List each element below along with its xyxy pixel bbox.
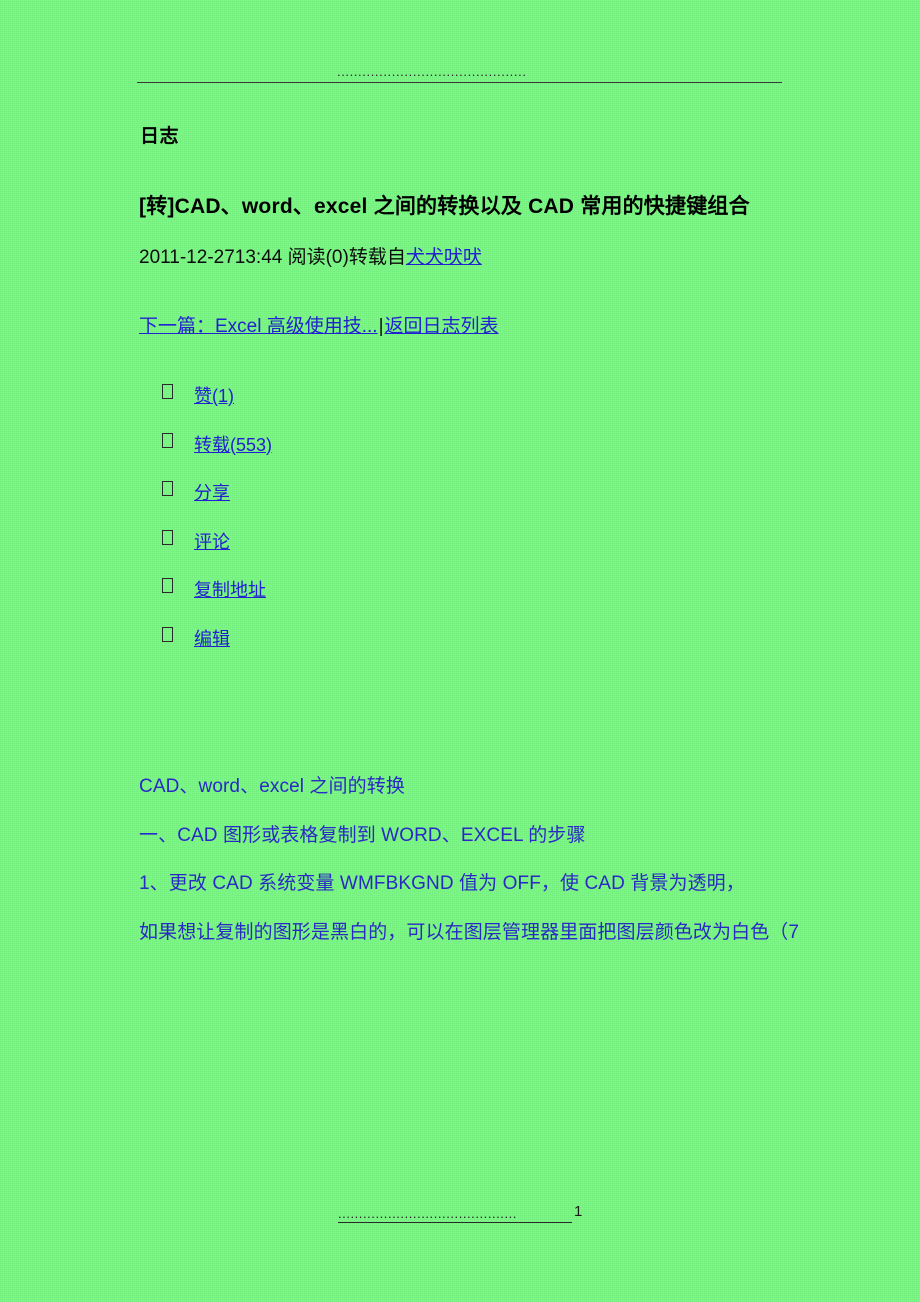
back-to-list-link[interactable]: 返回日志列表 xyxy=(385,316,499,337)
action-like-link[interactable]: 赞(1) xyxy=(194,382,234,408)
article-body: CAD、word、excel 之间的转换 一、CAD 图形或表格复制到 WORD… xyxy=(139,763,914,958)
list-item[interactable]: 编辑 xyxy=(162,625,582,674)
list-item[interactable]: 转载(553) xyxy=(162,431,582,480)
tofu-box-icon xyxy=(162,432,173,448)
footer-dot-leader: ........................................… xyxy=(338,1206,517,1221)
article-datetime: 2011-12-2713:44 xyxy=(139,247,283,268)
action-share-link[interactable]: 分享 xyxy=(194,479,230,505)
list-item[interactable]: 分享 xyxy=(162,479,582,528)
footer-rule xyxy=(338,1222,572,1223)
tofu-box-icon xyxy=(162,529,173,545)
section-heading: 日志 xyxy=(140,126,180,147)
action-comment-link[interactable]: 评论 xyxy=(194,528,230,554)
tofu-box-icon xyxy=(162,384,173,399)
article-meta: 2011-12-2713:44 阅读(0)转载自犬犬吠吠 xyxy=(139,242,482,269)
body-paragraph: CAD、word、excel 之间的转换 xyxy=(139,776,405,797)
tofu-box-icon xyxy=(162,578,173,593)
list-item[interactable]: 复制地址 xyxy=(162,576,582,625)
action-edit-link[interactable]: 编辑 xyxy=(194,625,230,651)
header-rule xyxy=(137,82,782,83)
next-article-link[interactable]: 下一篇：Excel 高级使用技... xyxy=(139,316,378,337)
action-repost-link[interactable]: 转载(553) xyxy=(194,431,272,457)
header-dot-leader: ........................................… xyxy=(337,64,527,79)
nav-separator: | xyxy=(378,316,384,337)
list-item[interactable]: 赞(1) xyxy=(162,382,582,431)
action-list: 赞(1) 转载(553) 分享 评论 复制地址 编辑 xyxy=(162,382,582,673)
tofu-box-icon xyxy=(162,481,173,496)
article-read-count: 阅读(0)转载自 xyxy=(282,247,406,268)
page-footer: ........................................… xyxy=(338,1203,588,1227)
body-paragraph: 一、CAD 图形或表格复制到 WORD、EXCEL 的步骤 xyxy=(139,824,586,846)
article-title: [转]CAD、word、excel 之间的转换以及 CAD 常用的快捷键组合 xyxy=(139,195,750,218)
page-header: ........................................… xyxy=(137,62,782,88)
body-paragraph: 1、更改 CAD 系统变量 WMFBKGND 值为 OFF，使 CAD 背景为透… xyxy=(139,873,745,895)
list-item[interactable]: 评论 xyxy=(162,528,582,577)
tofu-box-icon xyxy=(162,626,173,642)
action-copy-address-link[interactable]: 复制地址 xyxy=(194,576,266,602)
document-page: ........................................… xyxy=(0,0,920,1302)
page-number: 1 xyxy=(574,1203,583,1220)
article-nav-links: 下一篇：Excel 高级使用技...|返回日志列表 xyxy=(139,311,499,338)
article-source-link[interactable]: 犬犬吠吠 xyxy=(406,247,482,268)
body-paragraph: 如果想让复制的图形是黑白的，可以在图层管理器里面把图层颜色改为白色（7 xyxy=(139,922,800,944)
